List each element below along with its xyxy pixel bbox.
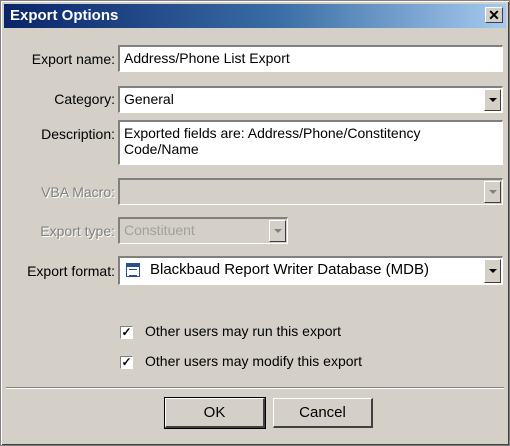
export-type-label: Export type:: [40, 223, 115, 239]
vba-macro-select: [118, 178, 503, 205]
chevron-down-icon: [489, 190, 497, 194]
ok-button[interactable]: OK: [164, 397, 266, 429]
description-textarea[interactable]: Exported fields are: Address/Phone/Const…: [118, 120, 503, 165]
category-dropdown-button[interactable]: [484, 89, 501, 111]
close-button[interactable]: ✕: [485, 7, 503, 23]
export-name-input[interactable]: Address/Phone List Export: [118, 45, 503, 72]
chevron-down-icon: [489, 269, 497, 273]
run-export-checkbox[interactable]: ✓: [120, 326, 133, 339]
run-export-label[interactable]: Other users may run this export: [145, 323, 341, 339]
export-type-value: Constituent: [124, 222, 195, 238]
export-format-label: Export format:: [27, 263, 115, 279]
vba-macro-dropdown-button: [484, 181, 501, 203]
category-value: General: [124, 91, 174, 107]
category-label: Category:: [54, 91, 115, 107]
close-icon: ✕: [488, 7, 500, 23]
vba-macro-label: VBA Macro:: [41, 184, 115, 200]
export-format-dropdown-button[interactable]: [484, 259, 501, 283]
database-file-icon: [126, 263, 140, 277]
title-bar[interactable]: Export Options ✕: [4, 4, 506, 28]
export-name-label: Export name:: [31, 51, 115, 67]
category-select[interactable]: General: [118, 86, 503, 113]
modify-export-label[interactable]: Other users may modify this export: [145, 353, 362, 369]
export-options-dialog: Export Options ✕ Export name: Address/Ph…: [0, 0, 510, 446]
cancel-button[interactable]: Cancel: [273, 398, 373, 428]
modify-export-checkbox[interactable]: ✓: [120, 356, 133, 369]
export-format-select[interactable]: Blackbaud Report Writer Database (MDB): [118, 256, 503, 285]
chevron-down-icon: [274, 229, 282, 233]
chevron-down-icon: [489, 98, 497, 102]
export-type-select: Constituent: [118, 217, 288, 244]
description-label: Description:: [41, 126, 115, 142]
button-separator: [6, 387, 504, 389]
dialog-title: Export Options: [10, 7, 119, 24]
export-format-value: Blackbaud Report Writer Database (MDB): [150, 261, 429, 278]
export-type-dropdown-button: [269, 220, 286, 242]
